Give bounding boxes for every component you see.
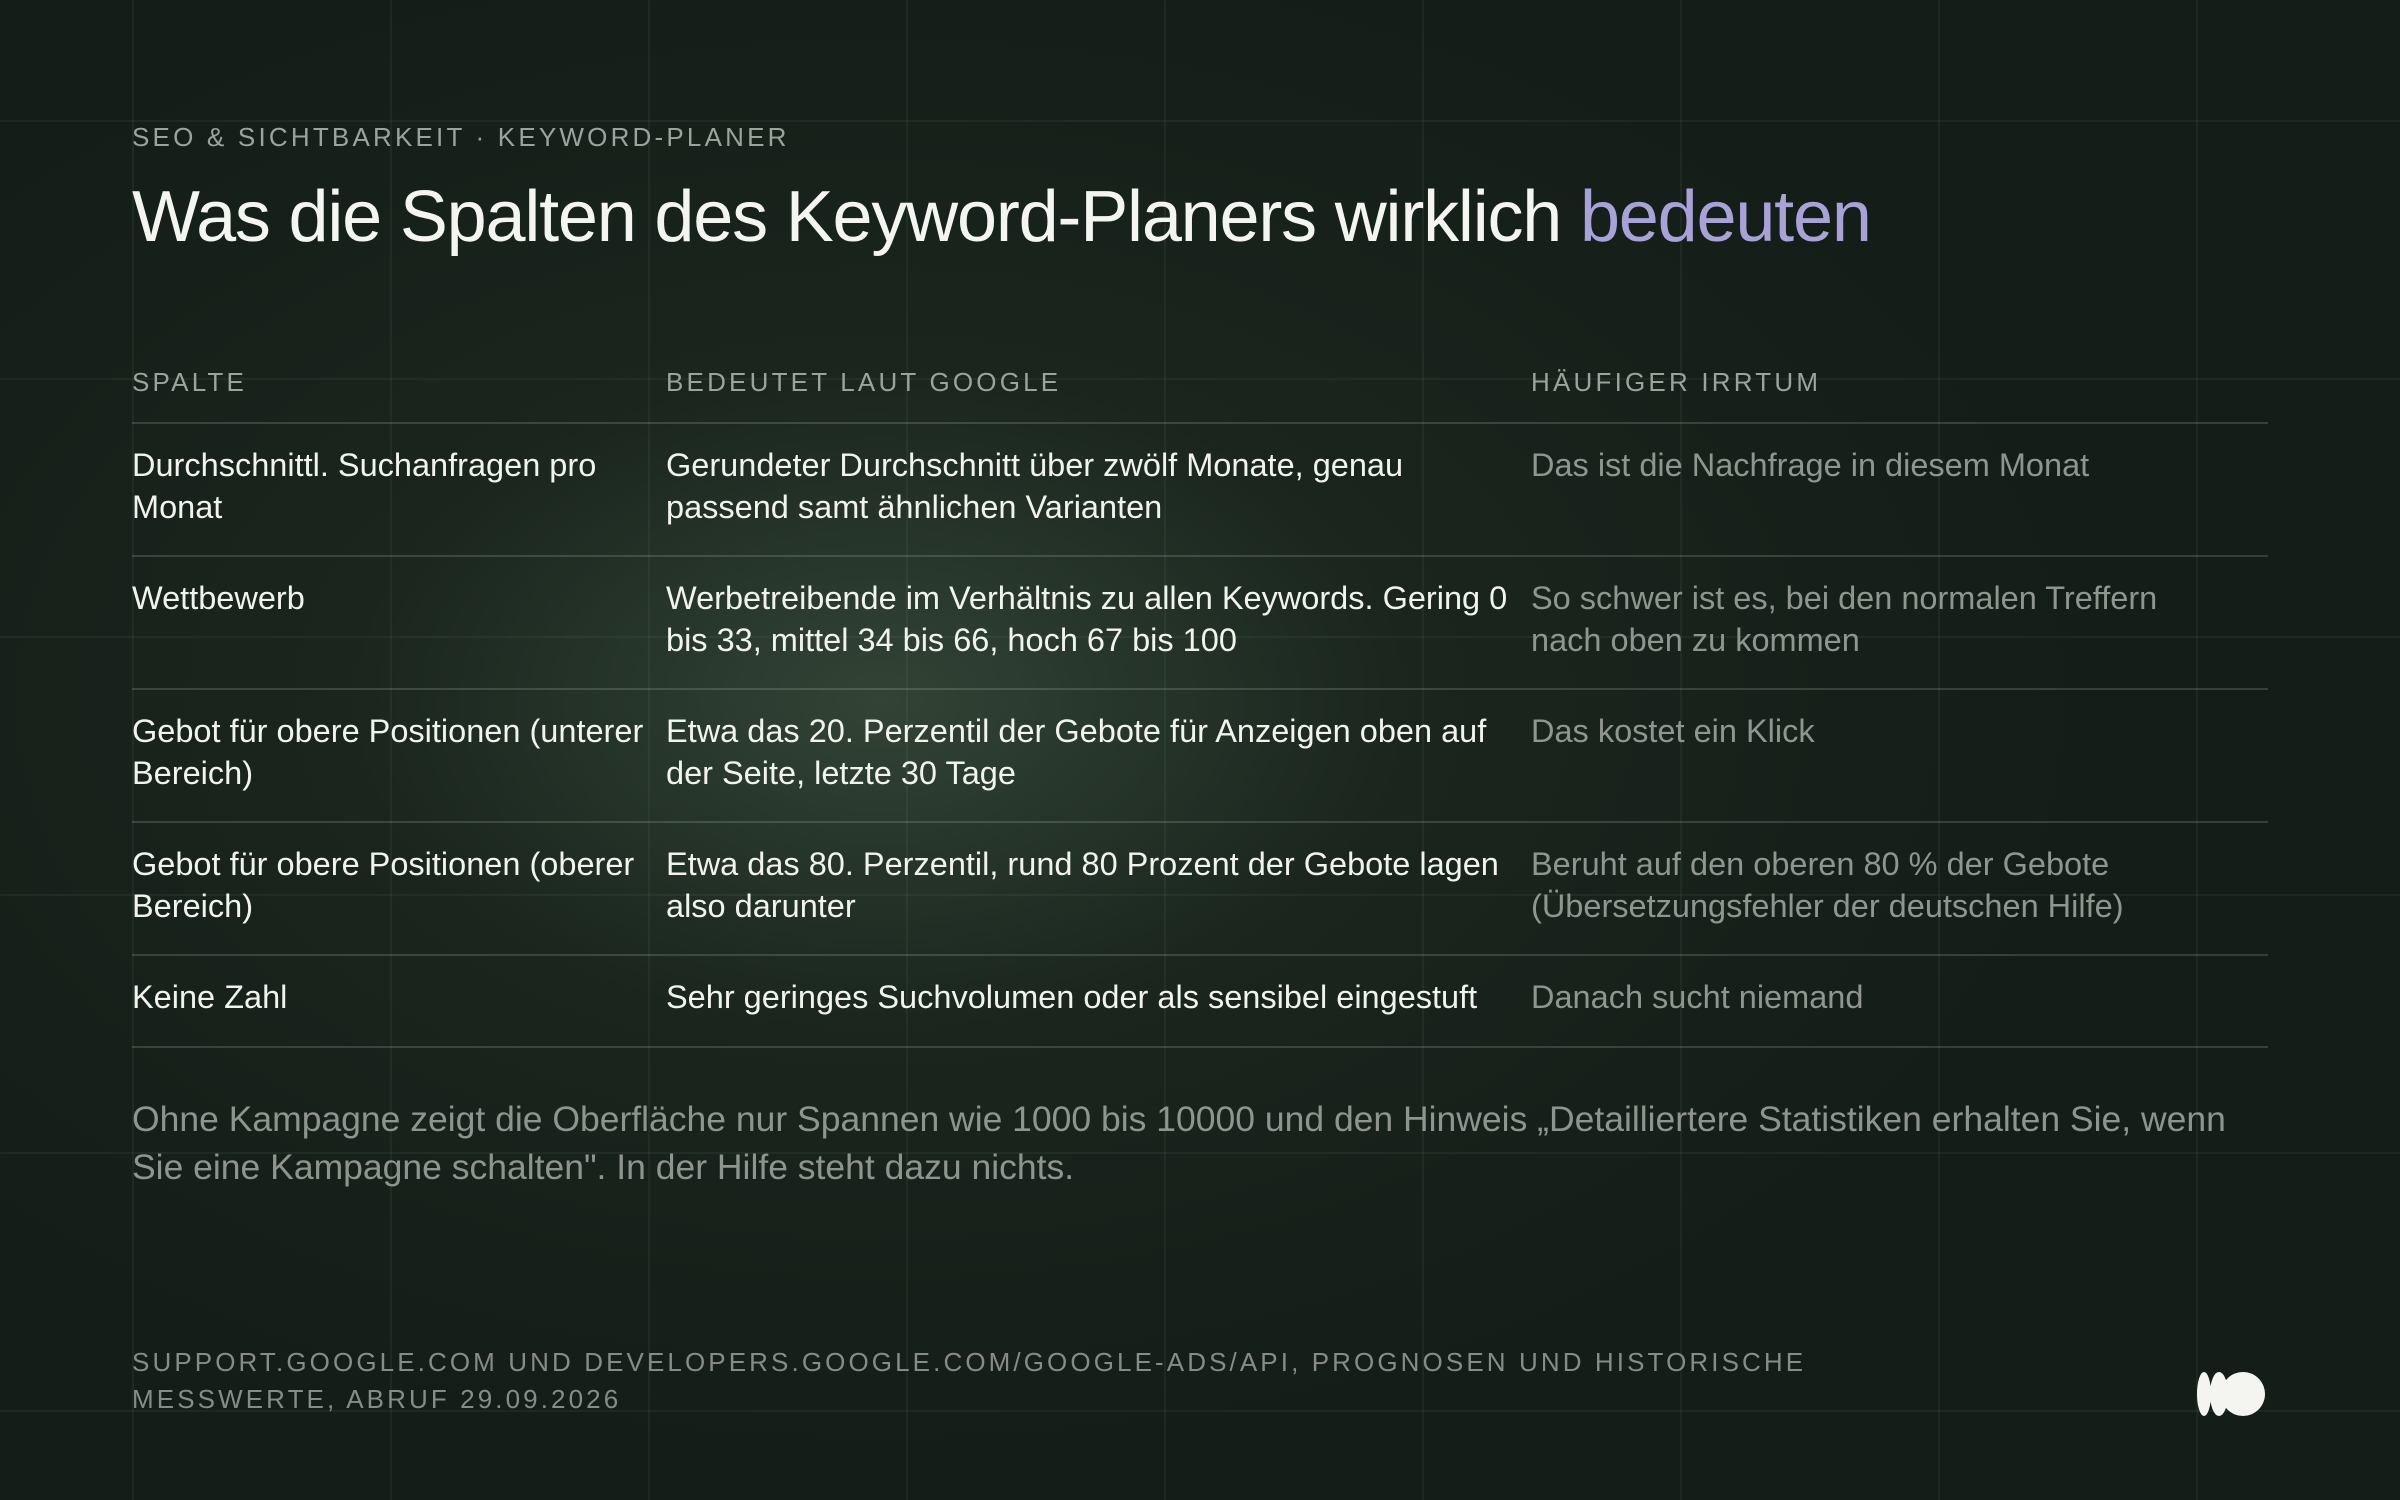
table-row: Durchschnittl. Suchanfragen pro Monat Ge… (132, 424, 2268, 557)
eyebrow: SEO & SICHTBARKEIT · KEYWORD-PLANER (132, 122, 790, 152)
cell-term: Durchschnittl. Suchanfragen pro Monat (132, 447, 597, 525)
cell-term: Gebot für obere Positionen (oberer Berei… (132, 846, 635, 924)
cell-meaning: Sehr geringes Suchvolumen oder als sensi… (666, 979, 1478, 1015)
table-row: Wettbewerb Werbetreibende im Verhältnis … (132, 557, 2268, 690)
column-header-bedeutung: BEDEUTET LAUT GOOGLE (666, 367, 1062, 397)
cell-meaning: Etwa das 20. Perzentil der Gebote für An… (666, 713, 1487, 791)
cell-meaning: Gerundeter Durchschnitt über zwölf Monat… (666, 447, 1404, 525)
cell-meaning: Werbetreibende im Verhältnis zu allen Ke… (666, 580, 1508, 658)
cell-term: Keine Zahl (132, 979, 288, 1015)
page-title: Was die Spalten des Keyword-Planers wirk… (132, 176, 1872, 258)
brand-logo-icon (2197, 1372, 2265, 1416)
table-header: SPALTE BEDEUTET LAUT GOOGLE HÄUFIGER IRR… (132, 354, 2268, 424)
keyword-columns-table: SPALTE BEDEUTET LAUT GOOGLE HÄUFIGER IRR… (132, 354, 2268, 1048)
cell-misconception: So schwer ist es, bei den normalen Treff… (1531, 580, 2158, 658)
table-row: Gebot für obere Positionen (unterer Bere… (132, 690, 2268, 823)
cell-meaning: Etwa das 80. Perzentil, rund 80 Prozent … (666, 846, 1499, 924)
table-row: Keine Zahl Sehr geringes Suchvolumen ode… (132, 956, 2268, 1048)
title-accent: bedeuten (1579, 177, 1872, 257)
cell-misconception: Das ist die Nachfrage in diesem Monat (1531, 447, 2090, 483)
table-row: Gebot für obere Positionen (oberer Berei… (132, 823, 2268, 956)
cell-misconception: Das kostet ein Klick (1531, 713, 1815, 749)
column-header-spalte: SPALTE (132, 367, 248, 397)
cell-misconception: Danach sucht niemand (1531, 979, 1864, 1015)
cell-term: Gebot für obere Positionen (unterer Bere… (132, 713, 644, 791)
title-main: Was die Spalten des Keyword-Planers wirk… (132, 177, 1580, 257)
column-header-irrtum: HÄUFIGER IRRTUM (1531, 367, 1822, 397)
cell-term: Wettbewerb (132, 580, 305, 616)
slide: SEO & SICHTBARKEIT · KEYWORD-PLANER Was … (0, 0, 2400, 1500)
footnote-text: Ohne Kampagne zeigt die Oberfläche nur S… (132, 1099, 2226, 1187)
source-citation: SUPPORT.GOOGLE.COM UND DEVELOPERS.GOOGLE… (132, 1347, 1807, 1414)
cell-misconception: Beruht auf den oberen 80 % der Gebote (Ü… (1531, 846, 2124, 924)
